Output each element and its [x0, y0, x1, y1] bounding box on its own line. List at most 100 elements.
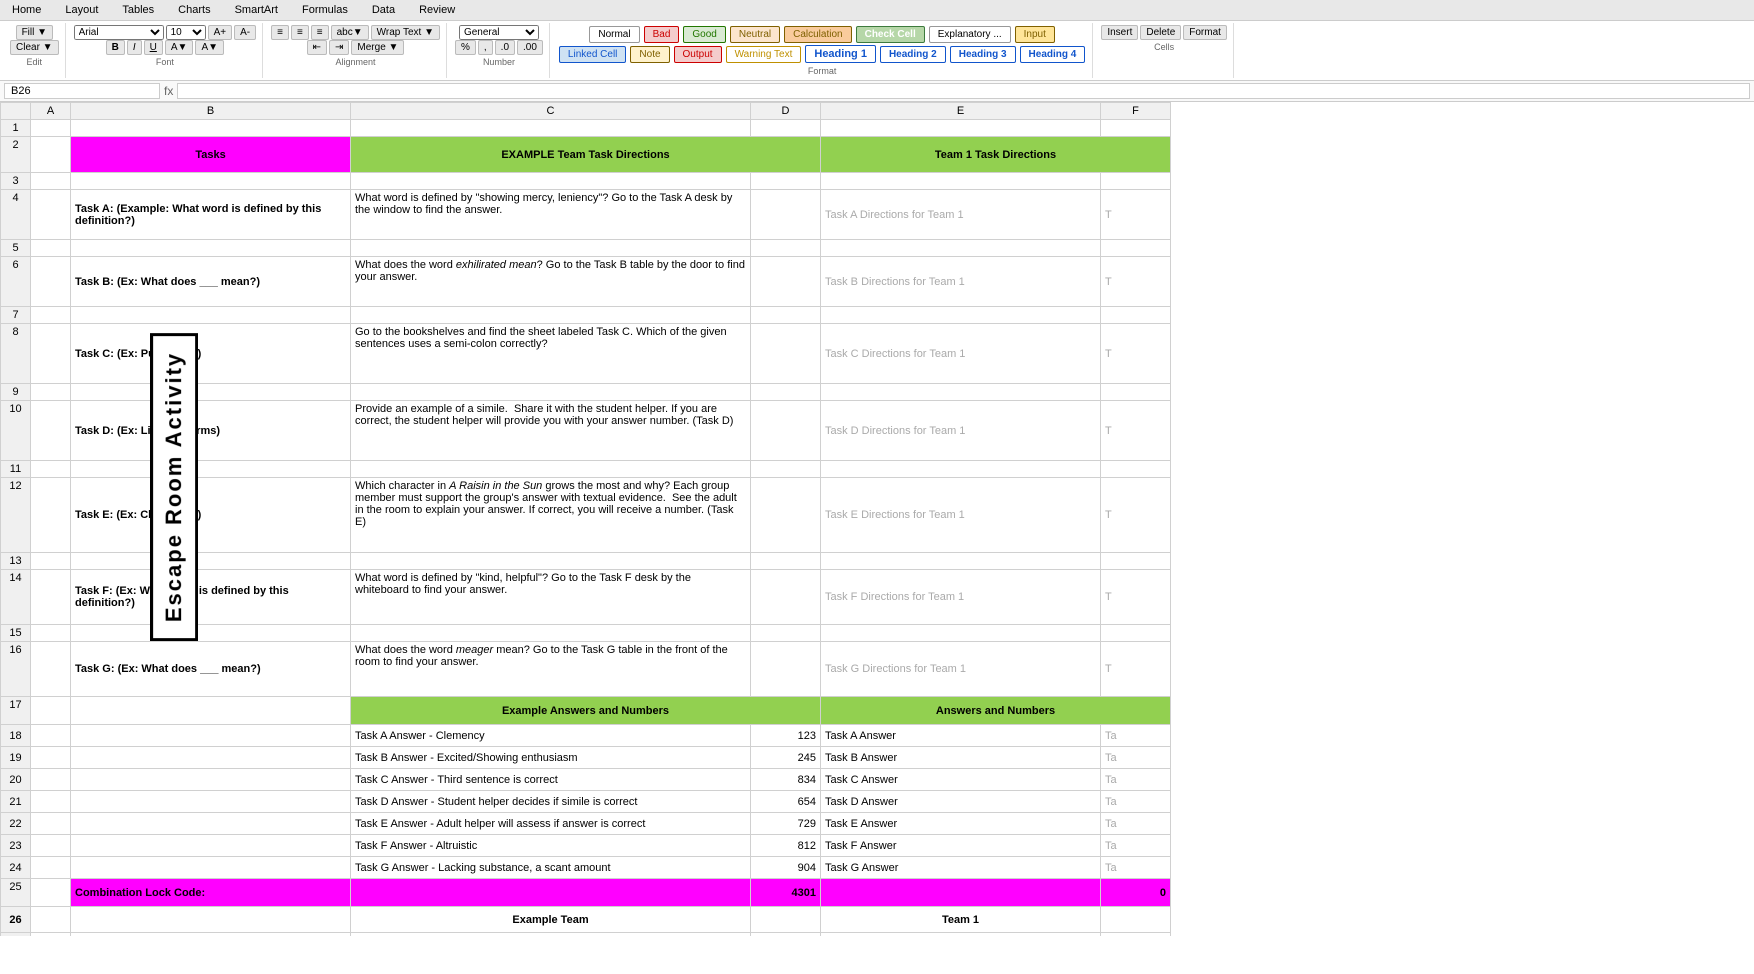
- cell-b1[interactable]: [71, 120, 351, 137]
- indent-left-button[interactable]: ⇤: [307, 40, 327, 55]
- cell-d25-combo-num[interactable]: 4301: [751, 879, 821, 907]
- col-header-f[interactable]: F: [1101, 103, 1171, 120]
- cell-d19[interactable]: 245: [751, 747, 821, 769]
- style-bad[interactable]: Bad: [644, 26, 680, 43]
- style-normal[interactable]: Normal: [589, 26, 639, 43]
- cell-e23[interactable]: Task F Answer: [821, 835, 1101, 857]
- formula-input[interactable]: [177, 83, 1750, 99]
- cell-d20[interactable]: 834: [751, 769, 821, 791]
- menu-formulas[interactable]: Formulas: [298, 2, 352, 18]
- cell-c24[interactable]: Task G Answer - Lacking substance, a sca…: [351, 857, 751, 879]
- cell-e14-team1-f[interactable]: Task F Directions for Team 1: [821, 570, 1101, 625]
- col-header-b[interactable]: B: [71, 103, 351, 120]
- cell-c16-direction-g[interactable]: What does the word meager mean? Go to th…: [351, 642, 751, 697]
- font-color-button[interactable]: A▼: [195, 40, 224, 55]
- cell-d22[interactable]: 729: [751, 813, 821, 835]
- cell-b6-task-b[interactable]: Task B: (Ex: What does ___ mean?): [71, 257, 351, 307]
- align-left-button[interactable]: ≡: [271, 25, 289, 40]
- cell-c2-example-directions[interactable]: EXAMPLE Team Task Directions: [351, 137, 821, 173]
- font-increase-button[interactable]: A+: [208, 25, 233, 40]
- cell-b4-task-a[interactable]: Task A: (Example: What word is defined b…: [71, 190, 351, 240]
- col-header-d[interactable]: D: [751, 103, 821, 120]
- cell-d24[interactable]: 904: [751, 857, 821, 879]
- cell-e10-team1-d[interactable]: Task D Directions for Team 1: [821, 401, 1101, 461]
- cell-c6-direction-b[interactable]: What does the word exhilirated mean? Go …: [351, 257, 751, 307]
- cell-e1[interactable]: [821, 120, 1101, 137]
- cell-e8-team1-c[interactable]: Task C Directions for Team 1: [821, 324, 1101, 384]
- delete-button[interactable]: Delete: [1140, 25, 1181, 40]
- cell-b12-task-e[interactable]: Task E: (Ex: Characters): [71, 478, 351, 553]
- percent-button[interactable]: %: [455, 40, 476, 55]
- cell-c19[interactable]: Task B Answer - Excited/Showing enthusia…: [351, 747, 751, 769]
- merge-button[interactable]: Merge ▼: [351, 40, 404, 55]
- menu-tables[interactable]: Tables: [118, 2, 158, 18]
- cell-c22[interactable]: Task E Answer - Adult helper will assess…: [351, 813, 751, 835]
- cell-d18[interactable]: 123: [751, 725, 821, 747]
- col-header-c[interactable]: C: [351, 103, 751, 120]
- cell-c25-combo-pink[interactable]: [351, 879, 751, 907]
- col-header-e[interactable]: E: [821, 103, 1101, 120]
- style-heading3[interactable]: Heading 3: [950, 46, 1016, 63]
- cell-e18[interactable]: Task A Answer: [821, 725, 1101, 747]
- style-calculation[interactable]: Calculation: [784, 26, 851, 43]
- style-heading2[interactable]: Heading 2: [880, 46, 946, 63]
- cell-e17-team1-answers-header[interactable]: Answers and Numbers: [821, 697, 1171, 725]
- cell-e21[interactable]: Task D Answer: [821, 791, 1101, 813]
- highlight-button[interactable]: A▼: [165, 40, 194, 55]
- cell-b14-task-f[interactable]: Task F: (Ex: What word is defined by thi…: [71, 570, 351, 625]
- cell-reference-input[interactable]: [4, 83, 160, 99]
- format-button[interactable]: Format: [1183, 25, 1227, 40]
- menu-charts[interactable]: Charts: [174, 2, 214, 18]
- style-note[interactable]: Note: [630, 46, 669, 63]
- cell-c4-direction-a[interactable]: What word is defined by "showing mercy, …: [351, 190, 751, 240]
- cell-c12-direction-e[interactable]: Which character in A Raisin in the Sun g…: [351, 478, 751, 553]
- cell-f1[interactable]: [1101, 120, 1171, 137]
- cell-c18[interactable]: Task A Answer - Clemency: [351, 725, 751, 747]
- text-direction-button[interactable]: abc▼: [331, 25, 369, 40]
- cell-c10-direction-d[interactable]: Provide an example of a simile. Share it…: [351, 401, 751, 461]
- style-check-cell[interactable]: Check Cell: [856, 26, 925, 43]
- cell-f25-combo-num[interactable]: 0: [1101, 879, 1171, 907]
- spreadsheet-container[interactable]: A B C D E F 1 2 Tasks: [0, 102, 1754, 936]
- bold-button[interactable]: B: [106, 40, 125, 55]
- style-output[interactable]: Output: [674, 46, 722, 63]
- cell-b25-combo-label[interactable]: Combination Lock Code:: [71, 879, 351, 907]
- wrap-text-button[interactable]: Wrap Text ▼: [371, 25, 440, 40]
- indent-right-button[interactable]: ⇥: [329, 40, 349, 55]
- underline-button[interactable]: U: [144, 40, 163, 55]
- align-right-button[interactable]: ≡: [311, 25, 329, 40]
- font-family-select[interactable]: Arial: [74, 25, 164, 40]
- cell-b8-task-c[interactable]: Task C: (Ex: Puctuation): [71, 324, 351, 384]
- cell-b2-tasks[interactable]: Tasks: [71, 137, 351, 173]
- cell-e19[interactable]: Task B Answer: [821, 747, 1101, 769]
- cell-c21[interactable]: Task D Answer - Student helper decides i…: [351, 791, 751, 813]
- cell-c14-direction-f[interactable]: What word is defined by "kind, helpful"?…: [351, 570, 751, 625]
- cell-c26-example-team[interactable]: Example Team: [351, 907, 751, 933]
- cell-b10-task-d[interactable]: Task D: (Ex: Literary Terms): [71, 401, 351, 461]
- cell-b16-task-g[interactable]: Task G: (Ex: What does ___ mean?): [71, 642, 351, 697]
- comma-button[interactable]: ,: [478, 40, 493, 55]
- align-center-button[interactable]: ≡: [291, 25, 309, 40]
- clear-button[interactable]: Clear ▼: [10, 40, 59, 55]
- cell-d1[interactable]: [751, 120, 821, 137]
- cell-d23[interactable]: 812: [751, 835, 821, 857]
- style-warning[interactable]: Warning Text: [726, 46, 802, 63]
- cell-e26-team1[interactable]: Team 1: [821, 907, 1101, 933]
- number-format-select[interactable]: General: [459, 25, 539, 40]
- cell-a1[interactable]: [31, 120, 71, 137]
- col-header-a[interactable]: A: [31, 103, 71, 120]
- menu-data[interactable]: Data: [368, 2, 399, 18]
- decimal-remove-button[interactable]: .00: [517, 40, 543, 55]
- style-explanatory[interactable]: Explanatory ...: [929, 26, 1011, 43]
- cell-e2-team1-directions[interactable]: Team 1 Task Directions: [821, 137, 1171, 173]
- decimal-add-button[interactable]: .0: [495, 40, 515, 55]
- menu-home[interactable]: Home: [8, 2, 45, 18]
- cell-c23[interactable]: Task F Answer - Altruistic: [351, 835, 751, 857]
- font-decrease-button[interactable]: A-: [234, 25, 256, 40]
- cell-c1[interactable]: [351, 120, 751, 137]
- cell-e4-team1-a[interactable]: Task A Directions for Team 1: [821, 190, 1101, 240]
- cell-e12-team1-e[interactable]: Task E Directions for Team 1: [821, 478, 1101, 553]
- insert-button[interactable]: Insert: [1101, 25, 1138, 40]
- cell-e20[interactable]: Task C Answer: [821, 769, 1101, 791]
- style-neutral[interactable]: Neutral: [730, 26, 780, 43]
